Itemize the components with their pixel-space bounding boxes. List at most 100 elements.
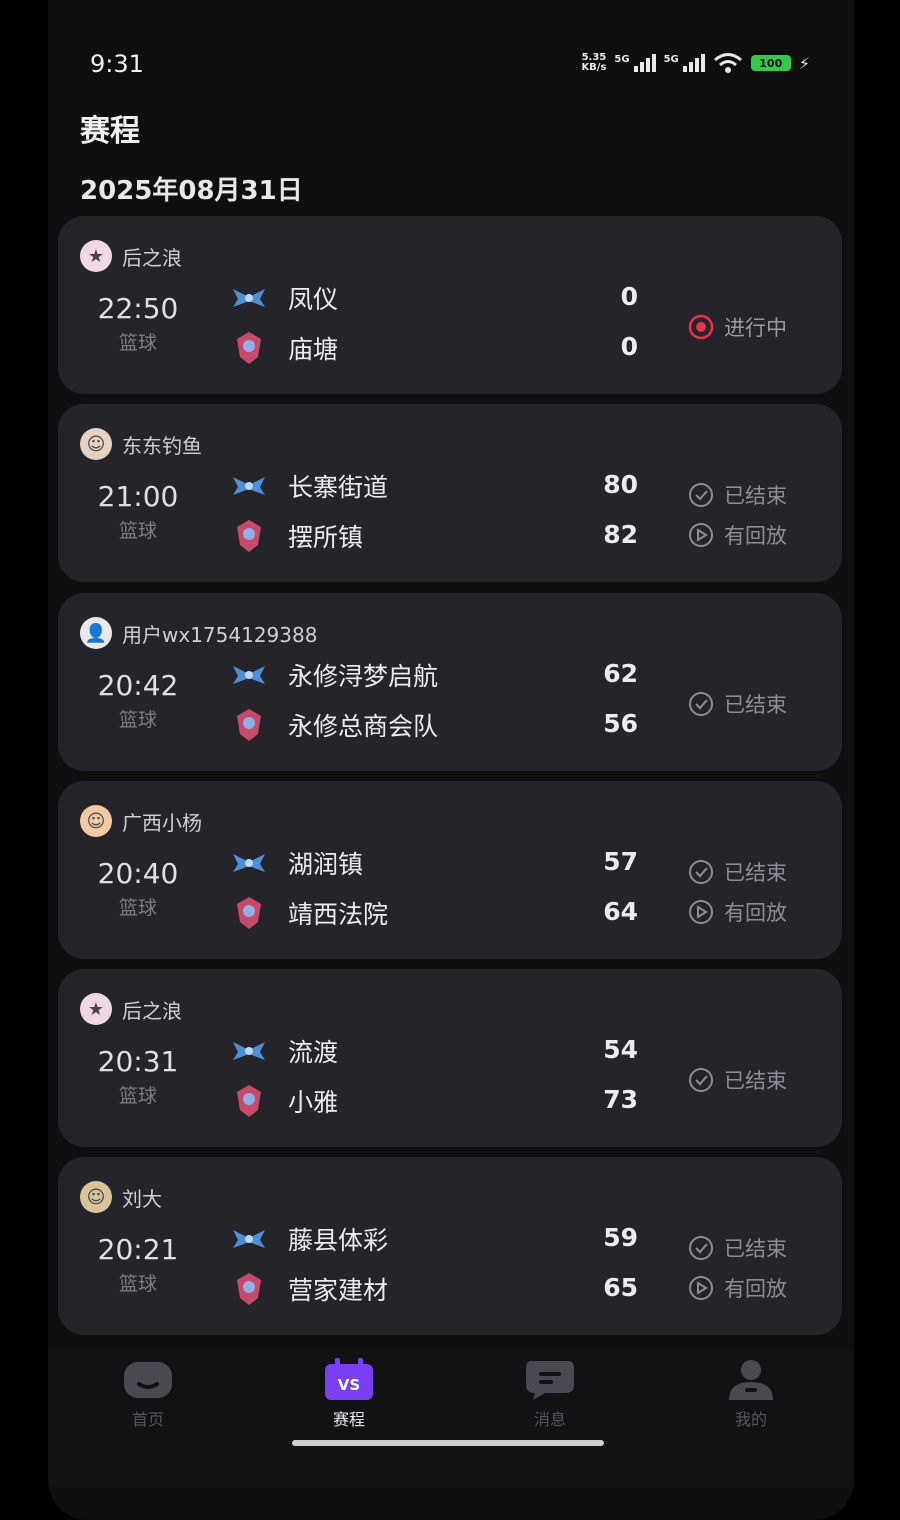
match-card[interactable]: 👤 用户wx1754129388 20:42 篮球 永修浔梦启航 永修总商会队 62 56 已结… [58,593,842,771]
live-icon [688,314,714,340]
home-indicator[interactable] [292,1440,604,1446]
play-circle-icon [688,522,714,548]
check-circle-icon [688,1067,714,1093]
team-score: 59 [603,1223,638,1252]
team-name: 永修浔梦启航 [288,662,439,691]
replay-link[interactable]: 有回放 [688,520,787,550]
team-row: 庙塘 [232,330,338,366]
app-screen: 9:31 5.35 KB/s 5G 5G 100 ⚡ 赛程 2025年08月31… [48,0,854,1520]
team-logo-icon [232,1084,266,1118]
match-status: 已结束 有回放 [688,480,787,550]
status-time: 9:31 [90,50,144,78]
team-name: 摆所镇 [288,523,364,552]
match-time: 20:42 [97,669,179,702]
host-name: 后之浪 [122,245,182,270]
status-badge: 已结束 [688,689,787,719]
team-score: 56 [603,709,638,738]
match-time: 20:31 [97,1045,179,1078]
team-logo-icon [232,1272,266,1306]
match-status: 进行中 [688,312,787,342]
check-circle-icon [688,482,714,508]
signal-icon: 5G [664,54,705,72]
team-logo-icon [232,896,266,930]
host-name: 刘大 [122,1186,162,1211]
team-score: 57 [603,847,638,876]
status-badge: 已结束 [688,1233,787,1263]
team-name: 藤县体彩 [288,1226,389,1255]
host-info[interactable]: ☺ 东东钓鱼 [80,428,202,460]
wifi-icon [713,53,742,73]
team-row: 藤县体彩 [232,1221,388,1257]
tab-schedule[interactable]: VS 赛程 [289,1358,409,1430]
avatar: ★ [80,240,112,272]
replay-link[interactable]: 有回放 [688,897,787,927]
team-score: 62 [603,659,638,688]
host-info[interactable]: ★ 后之浪 [80,240,182,272]
team-name: 流渡 [288,1038,339,1067]
signal-icon: 5G [614,54,656,72]
status-badge: 进行中 [688,312,787,342]
tab-messages[interactable]: 消息 [490,1358,610,1430]
team-score: 82 [603,520,638,549]
host-info[interactable]: ☺ 刘大 [80,1181,162,1213]
host-info[interactable]: 👤 用户wx1754129388 [80,617,317,649]
team-score: 80 [603,470,638,499]
host-name: 后之浪 [122,998,182,1023]
match-status: 已结束 [688,1065,787,1095]
sport-type: 篮球 [118,1273,157,1295]
team-logo-icon [232,519,266,553]
status-bar: 9:31 5.35 KB/s 5G 5G 100 ⚡ [48,40,854,90]
team-logo-icon [232,658,266,692]
battery-icon: 100 [750,55,791,71]
team-name: 庙塘 [288,335,339,364]
network-speed: 5.35 KB/s [581,52,607,73]
team-score: 0 [620,332,638,361]
replay-link[interactable]: 有回放 [688,1273,787,1303]
tab-home[interactable]: 首页 [88,1358,208,1430]
play-circle-icon [688,1275,714,1301]
team-score: 64 [603,897,638,926]
match-status: 已结束 有回放 [688,1233,787,1303]
team-row: 长寨街道 [232,468,388,504]
match-time: 20:40 [97,857,179,890]
team-score: 54 [603,1035,638,1064]
charging-icon: ⚡ [798,53,810,73]
status-badge: 已结束 [688,1065,787,1095]
check-circle-icon [688,859,714,885]
sport-type: 篮球 [118,520,157,542]
team-row: 小雅 [232,1083,338,1119]
team-score: 73 [603,1085,638,1114]
svg-text:VS: VS [338,1376,360,1394]
team-name: 靖西法院 [288,900,389,929]
match-time: 21:00 [97,480,179,513]
match-card[interactable]: ☺ 东东钓鱼 21:00 篮球 长寨街道摆所镇 80 82 已结束有回放 [58,404,842,582]
sport-type: 篮球 [118,709,157,731]
team-name: 湖润镇 [288,850,364,879]
avatar: ☺ [80,1181,112,1213]
host-info[interactable]: ★ 后之浪 [80,993,182,1025]
tab-mine[interactable]: 我的 [691,1358,811,1430]
avatar: 👤 [80,617,112,649]
host-name: 用户wx1754129388 [122,622,318,647]
match-card[interactable]: ★ 后之浪 20:31 篮球 流渡 小雅 54 73 已结束 [58,969,842,1147]
match-card[interactable]: ★ 后之浪 22:50 篮球 凤仪 庙塘 0 0 进行中 [58,216,842,394]
host-info[interactable]: ☺ 广西小杨 [80,805,202,837]
team-logo-icon [232,1222,266,1256]
team-name: 长寨街道 [288,473,389,502]
status-icons: 5.35 KB/s 5G 5G 100 ⚡ [581,52,810,74]
match-card[interactable]: ☺ 刘大 20:21 篮球 藤县体彩 营家建材 59 65 已结束 有回放 [58,1157,842,1335]
page-title: 赛程 [80,114,140,149]
avatar: ★ [80,993,112,1025]
team-row: 靖西法院 [232,895,388,931]
team-logo-icon [232,1034,266,1068]
team-row: 永修总商会队 [232,707,438,743]
bottom-nav: 首页 VS 赛程 消息 我的 [48,1348,854,1488]
play-circle-icon [688,899,714,925]
match-card[interactable]: ☺ 广西小杨 20:40 篮球 湖润镇 靖西法院 57 64 已结束 有回放 [58,781,842,959]
date-header: 2025年08月31日 [80,176,303,206]
team-name: 永修总商会队 [288,712,439,741]
team-row: 凤仪 [232,280,338,316]
sport-type: 篮球 [118,897,157,919]
team-row: 湖润镇 [232,845,363,881]
status-badge: 已结束 [688,480,787,510]
